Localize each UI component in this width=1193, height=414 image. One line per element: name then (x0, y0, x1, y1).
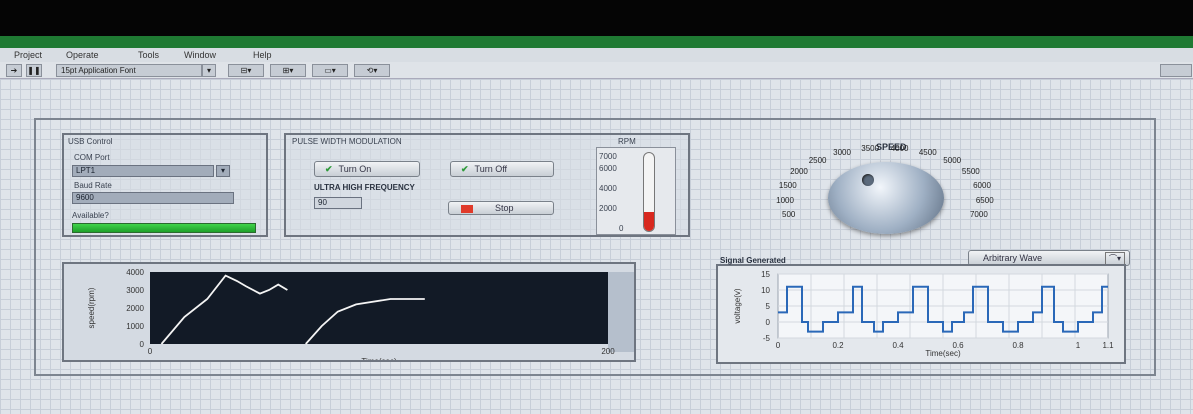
pwm-title: PULSE WIDTH MODULATION (292, 137, 402, 146)
toolbar: ➔ ❚❚ 15pt Application Font ▾ ⊟▾ ⊞▾ ▭▾ ⟲▾ (0, 62, 1193, 79)
available-led (72, 223, 256, 233)
font-select[interactable]: 15pt Application Font (56, 64, 202, 77)
signal-chart: 151050-50 0.2 0.4 0.6 0.8 1 1.1Time(sec)voltag… (733, 270, 1114, 358)
usb-control-title: USB Control (68, 137, 113, 146)
reorder-icon[interactable]: ⟲▾ (354, 64, 390, 77)
font-dropdown-icon[interactable]: ▾ (202, 64, 216, 77)
y-tick-label: 5 (766, 302, 771, 311)
rpm-tick: 0 (619, 224, 624, 233)
pause-icon[interactable]: ❚❚ (26, 64, 42, 77)
menu-project[interactable]: Project (14, 50, 42, 60)
menu-operate[interactable]: Operate (66, 50, 99, 60)
x-tick-label: 0.2 (832, 341, 844, 350)
menu-window[interactable]: Window (184, 50, 216, 60)
knob-grip (862, 174, 874, 186)
available-label: Available? (72, 211, 109, 220)
speed-chart: 4000 3000 2000 1000 00 200 Time(sec) speed(rpm) (87, 268, 634, 360)
y-tick-label: -5 (763, 334, 771, 343)
speed-tick-label: 4000 (890, 143, 909, 153)
y-tick-label: 2000 (126, 304, 144, 313)
rpm-tick: 7000 (599, 152, 617, 161)
x-tick-label: 200 (601, 347, 615, 356)
com-port-label: COM Port (74, 153, 110, 162)
com-port-dropdown-icon[interactable]: ▾ (216, 165, 230, 177)
rpm-title: RPM (618, 137, 636, 146)
baud-rate-label: Baud Rate (74, 181, 112, 190)
y-tick-label: 10 (761, 286, 770, 295)
rpm-tick: 4000 (599, 184, 617, 193)
x-axis-label: Time(sec) (361, 357, 397, 360)
turn-off-label: Turn Off (474, 164, 508, 174)
y-tick-label: 0 (766, 318, 771, 327)
y-tick-label: 4000 (126, 268, 144, 277)
x-axis-label: Time(sec) (925, 349, 961, 358)
wave-type-label: Arbitrary Wave (983, 253, 1043, 263)
uhf-label: ULTRA HIGH FREQUENCY (314, 183, 415, 192)
y-axis-label: voltage(v) (733, 288, 742, 323)
y-tick-label: 15 (761, 270, 770, 279)
speed-tick-label: 5000 (943, 156, 962, 166)
check-icon: ✔ (461, 164, 469, 174)
baud-rate-field[interactable]: 9600 (72, 192, 234, 204)
x-tick-label: 0 (776, 341, 781, 350)
check-icon: ✔ (325, 164, 333, 174)
uhf-field[interactable]: 90 (314, 197, 362, 209)
rpm-gauge: 7000 6000 4000 2000 0 (596, 147, 676, 235)
stop-label: Stop (495, 203, 514, 213)
speed-tick-label: 5500 (961, 167, 980, 177)
resize-objects-icon[interactable]: ▭▾ (312, 64, 348, 77)
plot-scroll-edge (608, 272, 634, 352)
com-port-select[interactable]: LPT1 (72, 165, 214, 177)
speed-knob[interactable] (828, 162, 944, 234)
signal-chart-panel: Signal Generated 15 10 5 0 -5 0 0.2 0.4 0.6 0.8 1 1… (716, 256, 1126, 364)
y-tick-label: 3000 (126, 286, 144, 295)
signal-chart-title: Signal Generated (720, 256, 786, 265)
speed-tick-label: 3000 (833, 147, 851, 157)
rpm-tube (643, 152, 655, 232)
speed-tick-label: 6000 (973, 181, 991, 191)
distribute-objects-icon[interactable]: ⊞▾ (270, 64, 306, 77)
speed-tick-label: 7000 (969, 210, 988, 220)
rpm-tick: 6000 (599, 164, 617, 173)
y-tick-label: 1000 (126, 322, 144, 331)
x-tick-label: 0.4 (892, 341, 904, 350)
speed-tick-label: 2500 (808, 156, 827, 166)
usb-control-panel: USB Control COM Port LPT1 ▾ Baud Rate 96… (62, 133, 268, 237)
rpm-tick: 2000 (599, 204, 617, 213)
rpm-level (644, 211, 654, 231)
plot-area (150, 272, 608, 344)
speed-tick-label: 6500 (975, 195, 994, 205)
stop-button[interactable]: Stop (448, 201, 554, 215)
turn-on-button[interactable]: ✔ Turn On (314, 161, 420, 177)
y-tick-label: 0 (140, 340, 145, 349)
run-icon[interactable]: ➔ (6, 64, 22, 77)
turn-on-label: Turn On (338, 164, 372, 174)
menu-help[interactable]: Help (253, 50, 272, 60)
search-field[interactable] (1160, 64, 1192, 77)
align-objects-icon[interactable]: ⊟▾ (228, 64, 264, 77)
speed-dial-group: SPEED 500 1000 1500 2000 2500 3000 3500 4000 450… (770, 140, 1010, 240)
y-axis-label: speed(rpm) (87, 287, 96, 328)
speed-tick-label: 3500 (861, 143, 880, 153)
menu-tools[interactable]: Tools (138, 50, 159, 60)
speed-tick-label: 1500 (778, 181, 797, 191)
window-caption-bar (0, 36, 1193, 48)
x-tick-label: 1 (1076, 341, 1081, 350)
speed-tick-label: 500 (782, 210, 796, 220)
speed-tick-label: 1000 (776, 195, 794, 205)
speed-chart-panel: 4000 3000 2000 1000 00 200 Time(sec) speed(rpm) (62, 262, 636, 362)
speed-tick-label: 4500 (918, 147, 937, 157)
speed-tick-label: 2000 (790, 167, 808, 177)
x-tick-label: 0.8 (1012, 341, 1024, 350)
stop-icon (461, 204, 473, 213)
pwm-panel: PULSE WIDTH MODULATION ✔ Turn On ✔ Turn Of… (284, 133, 690, 237)
window-titlebar (0, 0, 1193, 40)
menu-bar: Project Operate Tools Window Help (0, 48, 1193, 62)
x-tick-label: 0 (148, 347, 153, 356)
x-tick-label: 1.1 (1102, 341, 1114, 350)
turn-off-button[interactable]: ✔ Turn Off (450, 161, 554, 177)
